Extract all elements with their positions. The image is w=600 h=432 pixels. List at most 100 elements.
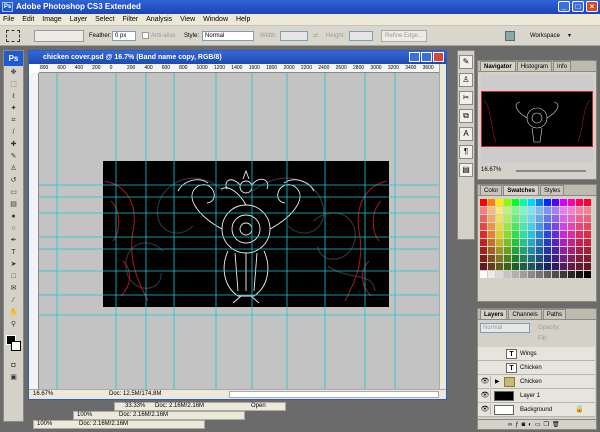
color-swatch[interactable]	[536, 207, 543, 214]
color-swatch[interactable]	[560, 239, 567, 246]
horizontal-scrollbar[interactable]	[229, 391, 439, 398]
actions-icon[interactable]: ▤	[459, 163, 473, 177]
color-swatch[interactable]	[576, 231, 583, 238]
color-swatch[interactable]	[544, 255, 551, 262]
color-swatch[interactable]	[504, 271, 511, 278]
hand-icon[interactable]: ✋	[5, 307, 22, 318]
color-swatch[interactable]	[584, 207, 591, 214]
color-swatch[interactable]	[496, 231, 503, 238]
menu-select[interactable]: Select	[92, 14, 117, 26]
layer-row-background[interactable]: 👁 Background 🔒	[478, 403, 595, 417]
color-swatch[interactable]	[512, 247, 519, 254]
color-swatches[interactable]	[4, 333, 23, 359]
color-swatch[interactable]	[576, 255, 583, 262]
magic-wand-icon[interactable]: ✦	[5, 103, 22, 114]
color-swatch[interactable]	[552, 207, 559, 214]
color-swatch[interactable]	[520, 239, 527, 246]
color-swatch[interactable]	[480, 271, 487, 278]
layer-row-chicken-text[interactable]: T Chicken	[478, 361, 595, 375]
color-swatch[interactable]	[528, 231, 535, 238]
eye-icon[interactable]: 👁	[480, 390, 491, 401]
color-swatch[interactable]	[512, 255, 519, 262]
color-swatch[interactable]	[488, 263, 495, 270]
layer-row-layer-1[interactable]: 👁 Layer 1	[478, 389, 595, 403]
color-swatch[interactable]	[568, 239, 575, 246]
color-swatch[interactable]	[496, 263, 503, 270]
tab-color[interactable]: Color	[480, 185, 503, 195]
marquee-tool-preset-icon[interactable]	[6, 30, 20, 42]
new-group-icon[interactable]: ▭	[535, 422, 544, 428]
color-swatch[interactable]	[536, 199, 543, 206]
color-swatch[interactable]	[480, 199, 487, 206]
color-swatch[interactable]	[520, 231, 527, 238]
color-swatch[interactable]	[576, 215, 583, 222]
color-swatch[interactable]	[504, 223, 511, 230]
color-swatch[interactable]	[544, 231, 551, 238]
color-swatch[interactable]	[504, 231, 511, 238]
color-swatch[interactable]	[488, 247, 495, 254]
color-swatch[interactable]	[528, 207, 535, 214]
zoom-readout[interactable]: 16.67%	[33, 391, 53, 397]
eyedropper-icon[interactable]: /	[5, 127, 22, 138]
color-swatch[interactable]	[496, 247, 503, 254]
canvas-area[interactable]	[39, 73, 439, 389]
color-swatch[interactable]	[512, 271, 519, 278]
color-swatch[interactable]	[576, 223, 583, 230]
crop-icon[interactable]: ⌗	[5, 115, 22, 126]
tool-presets-icon[interactable]: ✂	[459, 91, 473, 105]
close-button[interactable]: ×	[586, 1, 598, 12]
color-swatch[interactable]	[568, 255, 575, 262]
color-swatch[interactable]	[536, 255, 543, 262]
menu-layer[interactable]: Layer	[67, 14, 91, 26]
tab-navigator[interactable]: Navigator	[480, 61, 516, 71]
color-swatch[interactable]	[504, 239, 511, 246]
color-swatch[interactable]	[488, 231, 495, 238]
color-swatch[interactable]	[528, 223, 535, 230]
width-field[interactable]	[280, 31, 308, 41]
color-swatch[interactable]	[560, 207, 567, 214]
color-swatch[interactable]	[568, 271, 575, 278]
chevron-down-icon[interactable]: ▾	[568, 31, 571, 41]
color-swatch[interactable]	[512, 215, 519, 222]
eye-icon[interactable]: 👁	[480, 404, 491, 415]
color-swatch[interactable]	[536, 223, 543, 230]
color-swatch[interactable]	[568, 199, 575, 206]
color-swatch[interactable]	[552, 199, 559, 206]
color-swatch[interactable]	[528, 255, 535, 262]
color-swatch[interactable]	[536, 247, 543, 254]
blend-mode-select[interactable]: Normal	[480, 323, 530, 333]
background-color[interactable]	[11, 341, 21, 351]
color-swatch[interactable]	[568, 247, 575, 254]
doc-minimize-button[interactable]	[409, 52, 420, 62]
color-swatch[interactable]	[584, 199, 591, 206]
color-swatch[interactable]	[504, 247, 511, 254]
color-swatch[interactable]	[496, 207, 503, 214]
color-swatch[interactable]	[520, 271, 527, 278]
color-swatch[interactable]	[584, 247, 591, 254]
marquee-icon[interactable]: ⬚	[5, 79, 22, 90]
color-swatch[interactable]	[576, 239, 583, 246]
color-swatch[interactable]	[552, 231, 559, 238]
zoom-icon[interactable]: ⚲	[5, 319, 22, 330]
color-swatch[interactable]	[504, 263, 511, 270]
feather-field[interactable]: 0 px	[112, 31, 136, 41]
color-swatch[interactable]	[560, 231, 567, 238]
color-swatch[interactable]	[480, 263, 487, 270]
color-swatch[interactable]	[544, 239, 551, 246]
color-swatch[interactable]	[560, 199, 567, 206]
swatch-grid[interactable]	[480, 199, 594, 283]
vertical-scrollbar[interactable]	[439, 64, 446, 389]
color-swatch[interactable]	[568, 263, 575, 270]
tab-paths[interactable]: Paths	[542, 309, 567, 319]
color-swatch[interactable]	[544, 247, 551, 254]
color-swatch[interactable]	[544, 263, 551, 270]
color-swatch[interactable]	[528, 215, 535, 222]
style-select[interactable]: Normal	[202, 31, 254, 41]
color-swatch[interactable]	[528, 263, 535, 270]
color-swatch[interactable]	[480, 207, 487, 214]
menu-filter[interactable]: Filter	[120, 14, 142, 26]
menu-edit[interactable]: Edit	[19, 14, 37, 26]
color-swatch[interactable]	[584, 215, 591, 222]
type-icon[interactable]: T	[5, 247, 22, 258]
color-swatch[interactable]	[480, 223, 487, 230]
